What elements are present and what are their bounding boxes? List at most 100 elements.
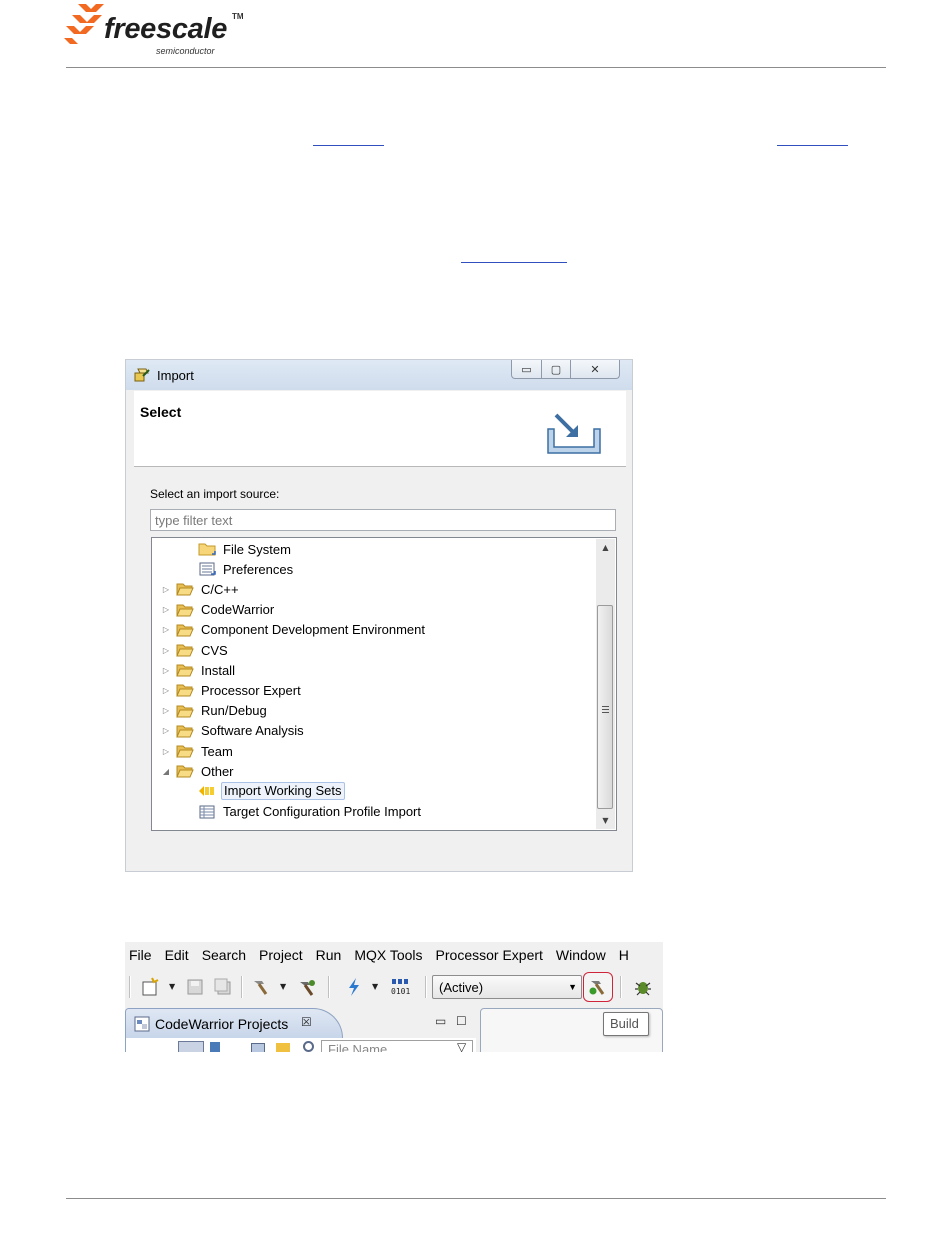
tree-scrollbar[interactable]: ▲ ▼: [596, 539, 615, 829]
chevron-down-icon: ▼: [568, 982, 577, 992]
tree-item[interactable]: ▷ CVS: [162, 640, 230, 660]
maximize-button[interactable]: ▢: [541, 360, 571, 379]
preferences-icon: [198, 562, 216, 576]
toolbar-separator: [241, 976, 243, 998]
expand-arrow-icon[interactable]: ▷: [162, 666, 170, 675]
search-icon[interactable]: [303, 1041, 314, 1052]
hyperlink-underline[interactable]: [461, 262, 567, 263]
hammer-icon[interactable]: [250, 977, 270, 997]
tab-codewarrior-projects[interactable]: CodeWarrior Projects ☒: [125, 1008, 343, 1038]
menu-item[interactable]: Processor Expert: [436, 947, 543, 963]
file-name-search-input[interactable]: File Name: [321, 1040, 473, 1052]
tree-item-label: Software Analysis: [201, 723, 304, 739]
filter-input[interactable]: [150, 509, 616, 531]
tree-item[interactable]: ▷ Component Development Environment: [162, 620, 427, 640]
binary-register-icon[interactable]: 0101: [390, 977, 410, 997]
toolbar-separator: [328, 976, 330, 998]
menu-item[interactable]: Edit: [165, 947, 189, 963]
expand-arrow-icon[interactable]: ▷: [162, 646, 170, 655]
expand-arrow-icon[interactable]: ▷: [162, 706, 170, 715]
tree-item[interactable]: File System: [198, 539, 293, 559]
expand-arrow-icon[interactable]: ▷: [162, 585, 170, 594]
new-icon[interactable]: [140, 977, 160, 997]
tree-item[interactable]: Preferences: [198, 559, 295, 579]
build-configuration-select[interactable]: (Active) ▼: [432, 975, 582, 999]
import-wizard-icon: [134, 368, 150, 382]
tree-item-label: File System: [223, 541, 291, 557]
close-button[interactable]: ✕: [570, 360, 620, 379]
trademark-mark: TM: [232, 12, 244, 21]
build-tooltip: Build: [603, 1012, 649, 1036]
toolbar-separator: [620, 976, 622, 998]
tree-item[interactable]: ▷ Processor Expert: [162, 680, 303, 700]
hyperlink-underline[interactable]: [777, 145, 848, 146]
build-configuration-value: (Active): [439, 980, 484, 995]
dialog-titlebar[interactable]: Import ▭ ▢ ✕: [126, 360, 632, 390]
expand-arrow-icon[interactable]: ▷: [162, 726, 170, 735]
import-source-tree[interactable]: ▲ ▼ File System Preferences ▷ C/C++ ▷ CodeWar…: [151, 537, 617, 831]
save-icon[interactable]: [185, 977, 205, 997]
hyperlink-underline[interactable]: [313, 145, 384, 146]
import-tray-icon: [547, 413, 601, 454]
folder-open-icon: [176, 582, 194, 596]
menu-item[interactable]: MQX Tools: [354, 947, 422, 963]
expand-arrow-icon[interactable]: ▷: [162, 625, 170, 634]
tree-item[interactable]: ▷ Software Analysis: [162, 721, 306, 741]
tree-item[interactable]: Target Configuration Profile Import: [198, 802, 423, 822]
maximize-view-icon[interactable]: ☐: [456, 1014, 467, 1028]
tree-item[interactable]: ▷ C/C++: [162, 579, 241, 599]
minimize-button[interactable]: ▭: [511, 360, 542, 379]
menu-item[interactable]: Window: [556, 947, 606, 963]
new-dropdown-arrow[interactable]: ▼: [169, 982, 175, 991]
scroll-up-arrow[interactable]: ▲: [596, 539, 615, 556]
tree-item-label: Team: [201, 743, 233, 759]
tree-item-label: CodeWarrior: [201, 602, 275, 618]
tree-item-label: C/C++: [201, 581, 239, 597]
menu-item[interactable]: H: [619, 947, 629, 963]
tree-item-label: CVS: [201, 642, 228, 658]
menu-item[interactable]: Project: [259, 947, 303, 963]
collapse-arrow-icon[interactable]: ◢: [162, 767, 170, 776]
import-dialog: Import ▭ ▢ ✕ Select Select an import sou…: [125, 359, 633, 872]
clean-build-icon[interactable]: [297, 977, 317, 997]
build-icon: [589, 981, 605, 995]
folder-open-icon: [176, 603, 194, 617]
menu-item[interactable]: File: [129, 947, 152, 963]
working-sets-icon: [198, 784, 216, 798]
tree-item[interactable]: ▷ CodeWarrior: [162, 600, 276, 620]
tree-item[interactable]: ▷ Team: [162, 741, 235, 761]
build-dropdown-arrow[interactable]: ▼: [280, 982, 286, 991]
expand-arrow-icon[interactable]: ▷: [162, 747, 170, 756]
tree-item[interactable]: ▷ Install: [162, 660, 237, 680]
flash-icon[interactable]: [344, 977, 364, 997]
filter-icon[interactable]: [251, 1043, 265, 1052]
menu-item[interactable]: Search: [202, 947, 246, 963]
expand-arrow-icon[interactable]: ▷: [162, 605, 170, 614]
tree-item[interactable]: ◢ Other: [162, 761, 236, 781]
expand-arrow-icon[interactable]: ▷: [162, 686, 170, 695]
back-arrow-icon[interactable]: [276, 1043, 290, 1052]
link-editor-icon[interactable]: [210, 1042, 220, 1052]
save-all-icon[interactable]: [213, 977, 233, 997]
debug-bug-icon[interactable]: [633, 977, 653, 997]
freescale-logo: freescale TM semiconductor: [64, 2, 254, 60]
wizard-banner: Select: [134, 391, 626, 467]
view-menu-icon[interactable]: ▽: [457, 1040, 466, 1052]
tree-item-label: Other: [201, 763, 234, 779]
menu-item[interactable]: Run: [316, 947, 342, 963]
tree-item-label: Component Development Environment: [201, 622, 426, 638]
flash-dropdown-arrow[interactable]: ▼: [372, 982, 378, 991]
collapse-all-icon[interactable]: [178, 1041, 204, 1052]
minimize-view-icon[interactable]: ▭: [435, 1014, 446, 1028]
close-tab-icon[interactable]: ☒: [301, 1015, 312, 1029]
scroll-down-arrow[interactable]: ▼: [596, 812, 615, 829]
tree-item[interactable]: ▷ Run/Debug: [162, 701, 269, 721]
build-button[interactable]: [583, 972, 613, 1002]
folder-open-icon: [176, 744, 194, 758]
tree-item[interactable]: Import Working Sets: [198, 781, 345, 801]
brand-name: freescale: [104, 13, 228, 45]
scroll-thumb[interactable]: [597, 605, 613, 809]
folder-open-icon: [176, 704, 194, 718]
wizard-page-title: Select: [140, 404, 182, 420]
import-source-label: Select an import source:: [150, 487, 280, 501]
